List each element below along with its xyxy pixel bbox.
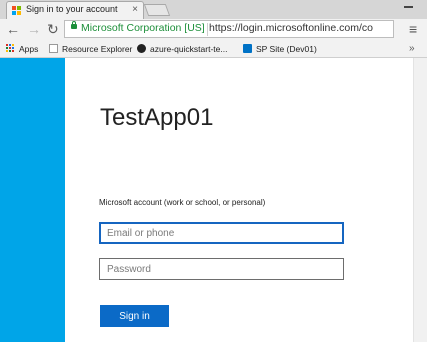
apps-grid-icon (6, 44, 15, 53)
bookmarks-overflow-icon[interactable]: » (409, 42, 415, 56)
bookmark-label: SP Site (Dev01) (256, 44, 317, 54)
tab-close-icon[interactable]: × (132, 3, 138, 17)
bookmark-azure-quickstart[interactable]: azure-quickstart-te... (137, 42, 227, 56)
sign-in-button[interactable]: Sign in (100, 305, 169, 327)
bookmark-apps[interactable]: Apps (6, 42, 38, 56)
window-minimize-icon[interactable] (404, 6, 413, 8)
microsoft-logo-icon (12, 6, 21, 15)
email-input[interactable] (99, 222, 344, 244)
bookmark-label: Resource Explorer (62, 44, 133, 54)
browser-toolbar: ← → ↻ Microsoft Corporation [US] https:/… (0, 19, 427, 40)
lock-icon (71, 21, 77, 29)
github-icon (137, 44, 146, 53)
bookmarks-bar: Apps Resource Explorer azure-quickstart-… (0, 40, 427, 58)
reload-icon[interactable]: ↻ (47, 21, 59, 37)
browser-titlebar: Sign in to your account × (0, 0, 427, 19)
scrollbar[interactable] (413, 58, 427, 342)
sharepoint-icon (243, 44, 252, 53)
app-title: TestApp01 (100, 104, 214, 131)
account-type-label: Microsoft account (work or school, or pe… (99, 198, 266, 207)
browser-tab[interactable]: Sign in to your account × (6, 1, 144, 19)
bookmark-label: azure-quickstart-te... (150, 44, 228, 54)
new-tab-button[interactable] (143, 4, 171, 16)
page-icon (49, 44, 58, 53)
back-arrow-icon[interactable]: ← (6, 21, 20, 37)
bookmark-label: Apps (19, 44, 39, 54)
url-text[interactable]: https://login.microsoftonline.com/co (209, 22, 373, 34)
bookmark-resource-explorer[interactable]: Resource Explorer (49, 42, 132, 56)
tab-title: Sign in to your account (26, 4, 118, 14)
address-bar[interactable]: Microsoft Corporation [US] https://login… (64, 20, 394, 38)
ev-certificate-label: Microsoft Corporation [US] (81, 22, 205, 34)
bookmark-sp-site[interactable]: SP Site (Dev01) (243, 42, 317, 56)
address-separator (207, 23, 208, 36)
page-content: TestApp01 Microsoft account (work or sch… (0, 58, 427, 342)
browser-menu-icon[interactable]: ≡ (409, 21, 417, 37)
side-banner (0, 58, 65, 342)
forward-arrow-icon[interactable]: → (27, 21, 41, 37)
password-input[interactable] (99, 258, 344, 280)
